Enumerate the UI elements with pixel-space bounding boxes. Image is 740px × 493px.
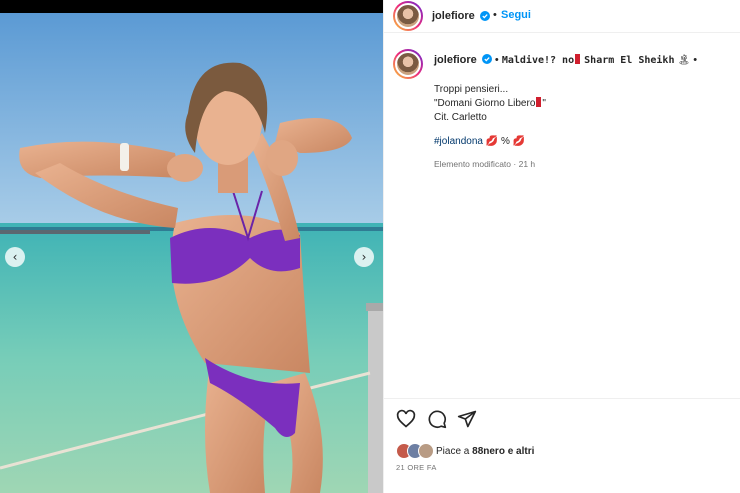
previous-photo-button[interactable]: ‹ (5, 247, 25, 267)
caption-avatar[interactable] (393, 49, 423, 79)
edited-label: Elemento modificato (434, 159, 512, 169)
hashtag-link[interactable]: #jolandona (434, 136, 483, 147)
post-media[interactable]: ‹ › (0, 0, 383, 493)
caption-trailing-separator: • (693, 54, 698, 66)
location-text-part1[interactable]: Maldive!? no (502, 55, 574, 66)
caption-body: Troppi pensieri... "Domani Giorno Libero… (434, 83, 546, 149)
edited-time[interactable]: 21 h (519, 159, 536, 169)
likes-user-link[interactable]: 88nero (472, 446, 505, 457)
liker-avatars (396, 443, 434, 459)
meta-separator: · (513, 159, 517, 169)
next-photo-button[interactable]: › (354, 247, 374, 267)
liker-avatar (418, 443, 434, 459)
chevron-left-icon: ‹ (12, 250, 18, 264)
verified-badge-icon (481, 54, 492, 64)
caption-hashtag-line: #jolandona 💋 % 💋 (434, 135, 546, 149)
verified-badge-icon (480, 11, 490, 21)
percent-sign: % (500, 136, 510, 147)
media-top-bar (0, 0, 383, 13)
post-timestamp[interactable]: 21 ORE FA (396, 463, 437, 472)
post-photo (0, 13, 383, 493)
follow-button[interactable]: Segui (501, 9, 531, 21)
post-header: jolefiore • Segui (384, 0, 740, 33)
caption-line-3: Cit. Carletto (434, 112, 487, 123)
comment-icon[interactable] (427, 409, 447, 429)
caption-meta: Elemento modificato · 21 h (434, 159, 535, 169)
lips-emoji-icon: 💋 (485, 136, 499, 147)
caption-header: jolefiore • Maldive!? no Sharm El Sheikh… (434, 54, 697, 66)
red-mark-icon (536, 97, 542, 107)
location-text-part2[interactable]: Sharm El Sheikh (584, 55, 674, 66)
kiss-emoji: 💋 (512, 136, 526, 147)
post-actions: Piace a 88nero e altri 21 ORE FA (384, 398, 740, 493)
heart-icon[interactable] (396, 409, 416, 429)
header-separator: • (493, 9, 497, 21)
palm-tree-icon: 🏝 (677, 55, 691, 66)
caption-line-1: Troppi pensieri... (434, 84, 509, 95)
instagram-post-view: ‹ › jolefiore • Segui jolefiore • Maldiv… (0, 0, 740, 493)
caption-separator: • (494, 54, 499, 66)
caption-username[interactable]: jolefiore (434, 54, 477, 66)
share-icon[interactable] (457, 409, 477, 429)
chevron-right-icon: › (361, 250, 367, 264)
likes-others-link[interactable]: e altri (508, 446, 535, 457)
author-avatar[interactable] (393, 1, 423, 31)
caption-line-2: "Domani Giorno Libero " (434, 97, 546, 109)
post-side-panel: jolefiore • Segui jolefiore • Maldive!? … (383, 0, 740, 493)
red-mark-icon (575, 54, 581, 64)
likes-text: Piace a 88nero e altri (436, 446, 535, 457)
author-username[interactable]: jolefiore (432, 10, 475, 22)
